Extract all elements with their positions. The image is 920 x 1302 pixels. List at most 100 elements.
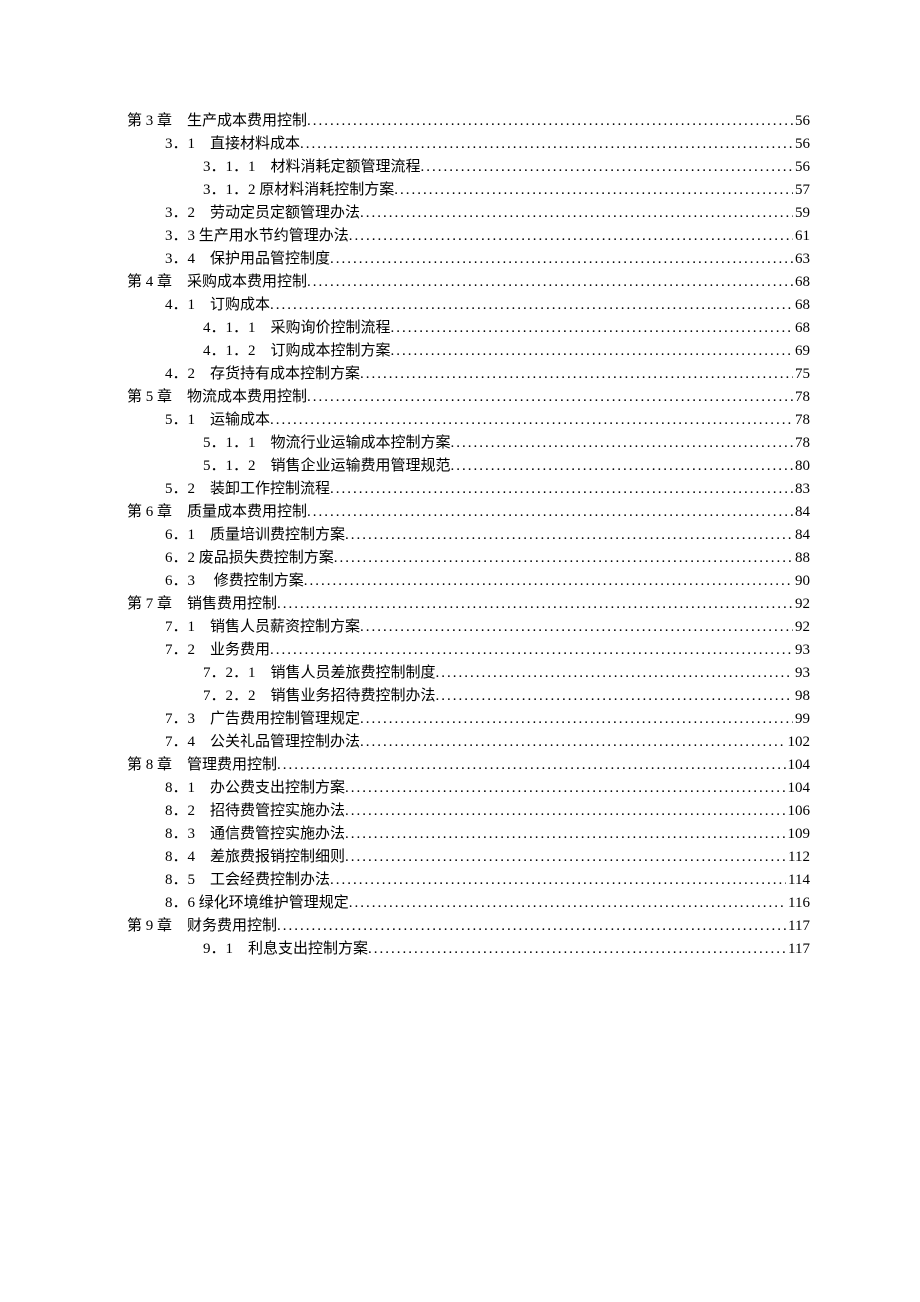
toc-entry-label: 第 9 章 财务费用控制 (127, 915, 277, 938)
toc-entry-label: 第 4 章 采购成本费用控制 (127, 271, 307, 294)
toc-entry-page: 90 (793, 570, 810, 593)
toc-leader-dots (330, 248, 793, 263)
toc-entry: 第 4 章 采购成本费用控制 68 (127, 271, 810, 294)
toc-entry-label: 7．3 广告费用控制管理规定 (165, 708, 360, 731)
toc-entry-label: 3．1．1 材料消耗定额管理流程 (203, 156, 421, 179)
toc-entry: 第 7 章 销售费用控制92 (127, 593, 810, 616)
toc-entry: 7．2．1 销售人员差旅费控制制度93 (127, 662, 810, 685)
toc-entry-page: 88 (793, 547, 810, 570)
toc-entry: 3．4 保护用品管控制度 63 (127, 248, 810, 271)
toc-entry-label: 8．1 办公费支出控制方案 (165, 777, 345, 800)
toc-entry-label: 8．6 绿化环境维护管理规定 (165, 892, 349, 915)
toc-entry-label: 3．3 生产用水节约管理办法 (165, 225, 349, 248)
toc-entry-label: 8．4 差旅费报销控制细则 (165, 846, 345, 869)
toc-entry-label: 5．1．1 物流行业运输成本控制方案 (203, 432, 451, 455)
toc-entry-page: 61 (793, 225, 810, 248)
toc-entry-label: 6．3 修费控制方案 (165, 570, 304, 593)
toc-entry: 7．2．2 销售业务招待费控制办法98 (127, 685, 810, 708)
toc-leader-dots (307, 386, 793, 401)
toc-entry: 8．5 工会经费控制办法 114 (127, 869, 810, 892)
toc-leader-dots (270, 639, 793, 654)
toc-entry: 8．3 通信费管控实施办法 109 (127, 823, 810, 846)
toc-entry: 8．6 绿化环境维护管理规定 116 (127, 892, 810, 915)
toc-leader-dots (270, 409, 793, 424)
toc-entry-page: 56 (793, 156, 810, 179)
toc-leader-dots (349, 225, 793, 240)
toc-entry-label: 第 3 章 生产成本费用控制 (127, 110, 307, 133)
toc-leader-dots (304, 570, 793, 585)
toc-entry: 9．1 利息支出控制方案117 (127, 938, 810, 961)
toc-entry-label: 4．1．2 订购成本控制方案 (203, 340, 391, 363)
toc-leader-dots (360, 616, 793, 631)
toc-entry: 3．2 劳动定员定额管理办法 59 (127, 202, 810, 225)
toc-entry-label: 4．1 订购成本 (165, 294, 270, 317)
toc-entry-label: 7．2．1 销售人员差旅费控制制度 (203, 662, 436, 685)
toc-leader-dots (307, 110, 793, 125)
toc-entry-page: 56 (793, 110, 810, 133)
toc-entry-page: 80 (793, 455, 810, 478)
toc-entry-label: 5．1 运输成本 (165, 409, 270, 432)
toc-entry-label: 第 5 章 物流成本费用控制 (127, 386, 307, 409)
toc-entry: 第 3 章 生产成本费用控制 56 (127, 110, 810, 133)
toc-leader-dots (307, 271, 793, 286)
toc-entry-page: 112 (786, 846, 810, 869)
toc-entry-label: 9．1 利息支出控制方案 (203, 938, 368, 961)
toc-entry-page: 106 (786, 800, 811, 823)
toc-leader-dots (360, 202, 793, 217)
toc-leader-dots (277, 593, 793, 608)
toc-leader-dots (330, 478, 793, 493)
toc-entry-label: 8．3 通信费管控实施办法 (165, 823, 345, 846)
toc-entry: 第 6 章 质量成本费用控制 84 (127, 501, 810, 524)
toc-entry-label: 第 7 章 销售费用控制 (127, 593, 277, 616)
toc-entry: 4．2 存货持有成本控制方案75 (127, 363, 810, 386)
toc-entry: 8．1 办公费支出控制方案104 (127, 777, 810, 800)
toc-entry-page: 92 (793, 616, 810, 639)
toc-leader-dots (345, 777, 785, 792)
toc-entry-page: 116 (786, 892, 810, 915)
toc-entry-label: 5．2 装卸工作控制流程 (165, 478, 330, 501)
toc-leader-dots (394, 179, 793, 194)
toc-leader-dots (277, 915, 786, 930)
toc-entry-page: 57 (793, 179, 810, 202)
toc-entry: 4．1．2 订购成本控制方案 69 (127, 340, 810, 363)
toc-entry-page: 84 (793, 501, 810, 524)
toc-entry-page: 59 (793, 202, 810, 225)
toc-entry-label: 3．4 保护用品管控制度 (165, 248, 330, 271)
toc-entry: 第 5 章 物流成本费用控制78 (127, 386, 810, 409)
toc-entry-page: 69 (793, 340, 810, 363)
toc-leader-dots (360, 708, 793, 723)
toc-entry: 6．1 质量培训费控制方案84 (127, 524, 810, 547)
toc-entry-page: 78 (793, 409, 810, 432)
toc-entry: 3．1．2 原材料消耗控制方案 57 (127, 179, 810, 202)
toc-entry-label: 3．1．2 原材料消耗控制方案 (203, 179, 394, 202)
toc-entry-page: 63 (793, 248, 810, 271)
toc-leader-dots (451, 432, 793, 447)
toc-leader-dots (436, 685, 793, 700)
toc-entry-label: 第 6 章 质量成本费用控制 (127, 501, 307, 524)
toc-leader-dots (330, 869, 786, 884)
toc-entry-page: 93 (793, 639, 810, 662)
toc-entry: 7．1 销售人员薪资控制方案92 (127, 616, 810, 639)
toc-entry-label: 7．4 公关礼品管理控制办法 (165, 731, 360, 754)
toc-leader-dots (421, 156, 793, 171)
toc-entry: 7．3 广告费用控制管理规定99 (127, 708, 810, 731)
toc-entry-page: 104 (786, 754, 811, 777)
toc-entry-page: 83 (793, 478, 810, 501)
toc-entry-page: 109 (786, 823, 811, 846)
toc-entry-page: 114 (786, 869, 810, 892)
toc-entry-label: 8．5 工会经费控制办法 (165, 869, 330, 892)
toc-entry-page: 56 (793, 133, 810, 156)
toc-entry-label: 4．2 存货持有成本控制方案 (165, 363, 360, 386)
toc-leader-dots (270, 294, 793, 309)
toc-entry-page: 68 (793, 271, 810, 294)
toc-entry: 3．1 直接材料成本56 (127, 133, 810, 156)
toc-leader-dots (345, 524, 793, 539)
toc-entry: 7．2 业务费用93 (127, 639, 810, 662)
toc-leader-dots (334, 547, 793, 562)
toc-entry-label: 3．2 劳动定员定额管理办法 (165, 202, 360, 225)
toc-entry-label: 6．2 废品损失费控制方案 (165, 547, 334, 570)
toc-leader-dots (368, 938, 786, 953)
toc-entry: 6．3 修费控制方案 90 (127, 570, 810, 593)
toc-entry: 第 8 章 管理费用控制104 (127, 754, 810, 777)
toc-entry-label: 4．1．1 采购询价控制流程 (203, 317, 391, 340)
